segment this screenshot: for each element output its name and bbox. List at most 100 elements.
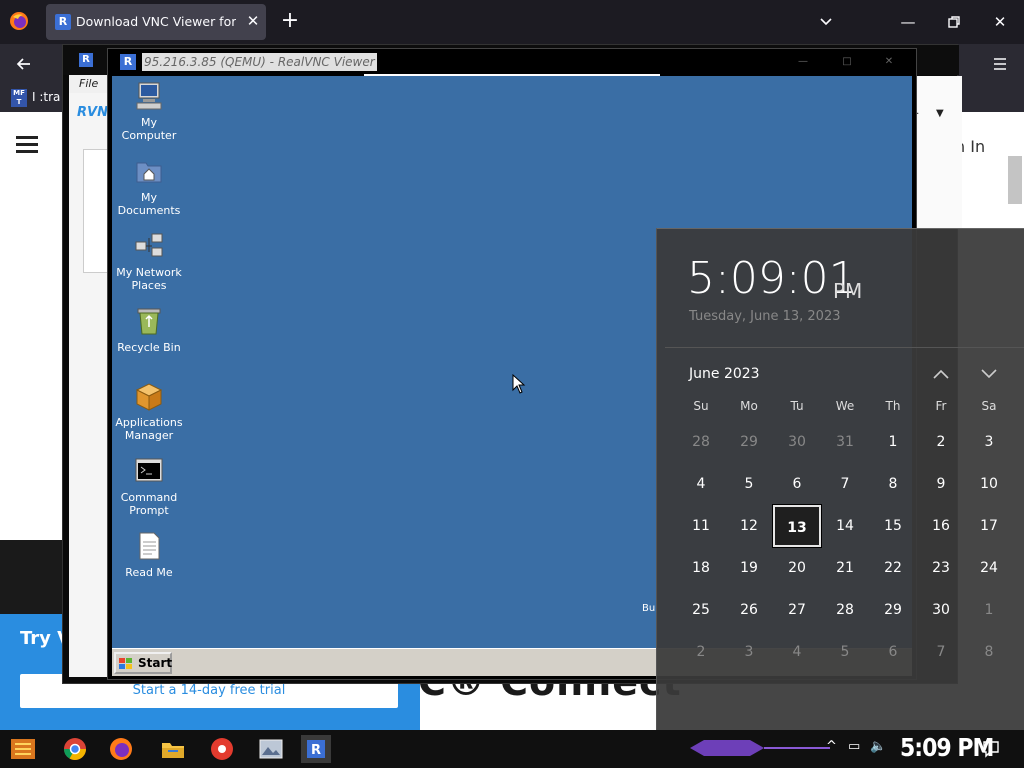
viewer-titlebar[interactable]: R 95.216.3.85 (QEMU) - RealVNC Viewer — …	[108, 49, 916, 76]
calendar-day[interactable]: 9	[917, 463, 965, 505]
browser-tab-active[interactable]: R Download VNC Viewer for Wi ✕	[46, 4, 266, 40]
calendar-day[interactable]: 10	[965, 463, 1013, 505]
chrome-icon[interactable]	[60, 735, 90, 763]
calendar-month-label[interactable]: June 2023	[689, 366, 760, 382]
volume-icon[interactable]: 🔈	[870, 739, 886, 754]
bookmark-favicon-icon: MF T	[11, 89, 27, 107]
show-hidden-icons-chevron-icon[interactable]: ^	[826, 739, 837, 754]
calendar-day[interactable]: 16	[917, 505, 965, 547]
calendar-day[interactable]: 4	[677, 463, 725, 505]
calendar-day[interactable]: 28	[677, 421, 725, 463]
calendar-day[interactable]: 21	[821, 547, 869, 589]
calendar-day[interactable]: 7	[821, 463, 869, 505]
site-menu-hamburger-icon[interactable]	[16, 136, 38, 154]
calendar-day[interactable]: 27	[773, 589, 821, 631]
desktop-icon-label: Read Me	[125, 566, 173, 579]
calendar-day[interactable]: 2	[917, 421, 965, 463]
calendar-day[interactable]: 30	[773, 421, 821, 463]
calendar-day[interactable]: 25	[677, 589, 725, 631]
calendar-day[interactable]: 23	[917, 547, 965, 589]
remote-start-button[interactable]: Start	[114, 652, 172, 674]
calendar-day[interactable]: 5	[725, 463, 773, 505]
calendar-day[interactable]: 7	[917, 631, 965, 673]
calendar-day[interactable]: 6	[869, 631, 917, 673]
windows-flag-icon	[119, 658, 133, 670]
desktop-icon-network-places[interactable]: My Network Places	[112, 230, 186, 292]
calendar-day[interactable]: 8	[965, 631, 1013, 673]
calendar-day[interactable]: 1	[965, 589, 1013, 631]
calendar-day[interactable]: 2	[677, 631, 725, 673]
calendar-day[interactable]: 11	[677, 505, 725, 547]
desktop-icon-applications-manager[interactable]: Applications Manager	[112, 380, 186, 442]
calendar-day[interactable]: 31	[821, 421, 869, 463]
calendar-day[interactable]: 15	[869, 505, 917, 547]
list-all-tabs-chevron-icon[interactable]	[816, 12, 836, 32]
viewer-minimize-icon[interactable]: —	[796, 55, 810, 69]
calendar-day[interactable]: 20	[773, 547, 821, 589]
calendar-day[interactable]: 30	[917, 589, 965, 631]
desktop-icon-my-documents[interactable]: My Documents	[112, 155, 186, 217]
calendar-day[interactable]: 3	[725, 631, 773, 673]
next-month-chevron-down-icon[interactable]	[979, 365, 999, 383]
desktop-icon-recycle-bin[interactable]: Recycle Bin	[112, 305, 186, 354]
calendar-day[interactable]: 19	[725, 547, 773, 589]
new-tab-button[interactable]: +	[280, 10, 300, 32]
file-explorer-icon[interactable]	[158, 735, 188, 763]
network-places-icon	[133, 230, 165, 262]
restore-window-icon[interactable]	[944, 12, 964, 32]
page-right-panel	[912, 76, 962, 228]
calendar-day[interactable]: 6	[773, 463, 821, 505]
calendar-day[interactable]: 18	[677, 547, 725, 589]
page-scrollbar-thumb[interactable]	[1008, 156, 1022, 204]
calendar-day[interactable]: 3	[965, 421, 1013, 463]
back-arrow-icon[interactable]	[14, 54, 34, 74]
calendar-day[interactable]: 4	[773, 631, 821, 673]
calendar-day[interactable]: 24	[965, 547, 1013, 589]
calendar-day-today[interactable]: 13	[772, 504, 822, 548]
viewer-close-icon[interactable]: ✕	[882, 55, 896, 69]
weekday-header: We	[835, 399, 855, 413]
weekday-header: Mo	[740, 399, 758, 413]
browser-menu-icon[interactable]	[990, 54, 1010, 74]
viewer-window-title: 95.216.3.85 (QEMU) - RealVNC Viewer	[142, 53, 377, 71]
dropdown-arrow-icon[interactable]: ▼	[936, 108, 944, 119]
close-window-icon[interactable]: ✕	[990, 12, 1010, 32]
calendar-day[interactable]: 28	[821, 589, 869, 631]
calendar-day[interactable]: 8	[869, 463, 917, 505]
calendar-day[interactable]: 26	[725, 589, 773, 631]
calendar-day[interactable]: 29	[725, 421, 773, 463]
calendar-day[interactable]: 22	[869, 547, 917, 589]
taskbar-clock[interactable]: 5:09 PM	[900, 734, 994, 763]
close-tab-icon[interactable]: ✕	[245, 13, 261, 29]
network-icon[interactable]: ▭	[848, 739, 860, 754]
mouse-cursor-icon	[512, 374, 526, 394]
desktop-icon-label: My Documents	[117, 191, 181, 217]
notification-center-icon[interactable]	[982, 740, 1000, 758]
viewer-maximize-icon[interactable]: □	[840, 55, 854, 69]
image-app-icon[interactable]	[256, 735, 286, 763]
start-icon[interactable]	[8, 735, 38, 763]
start-label: Start	[138, 656, 173, 670]
calendar-day[interactable]: 1	[869, 421, 917, 463]
calendar-day[interactable]: 12	[725, 505, 773, 547]
desktop-icon-label: My Computer	[121, 116, 177, 142]
desktop-icon-my-computer[interactable]: My Computer	[112, 80, 186, 142]
side-panel-box	[83, 149, 109, 273]
flyout-date[interactable]: Tuesday, June 13, 2023	[689, 309, 841, 324]
bookmark-item[interactable]: I :tra	[32, 90, 60, 104]
firefox-logo-icon[interactable]	[9, 11, 29, 31]
calendar-day[interactable]: 29	[869, 589, 917, 631]
realvnc-icon[interactable]: R	[301, 735, 331, 763]
paint-icon[interactable]	[207, 735, 237, 763]
realvnc-favicon-icon: R	[55, 14, 71, 30]
desktop-icon-read-me[interactable]: Read Me	[112, 530, 186, 579]
calendar-day[interactable]: 5	[821, 631, 869, 673]
desktop-icon-command-prompt[interactable]: Command Prompt	[112, 455, 186, 517]
calendar-day[interactable]: 17	[965, 505, 1013, 547]
menu-file[interactable]: File	[79, 77, 98, 90]
clock-calendar-flyout: 5:09:01 PM Tuesday, June 13, 2023 June 2…	[656, 228, 1024, 730]
minimize-window-icon[interactable]: —	[898, 12, 918, 32]
previous-month-chevron-up-icon[interactable]	[931, 365, 951, 383]
calendar-day[interactable]: 14	[821, 505, 869, 547]
firefox-icon[interactable]	[106, 735, 136, 763]
